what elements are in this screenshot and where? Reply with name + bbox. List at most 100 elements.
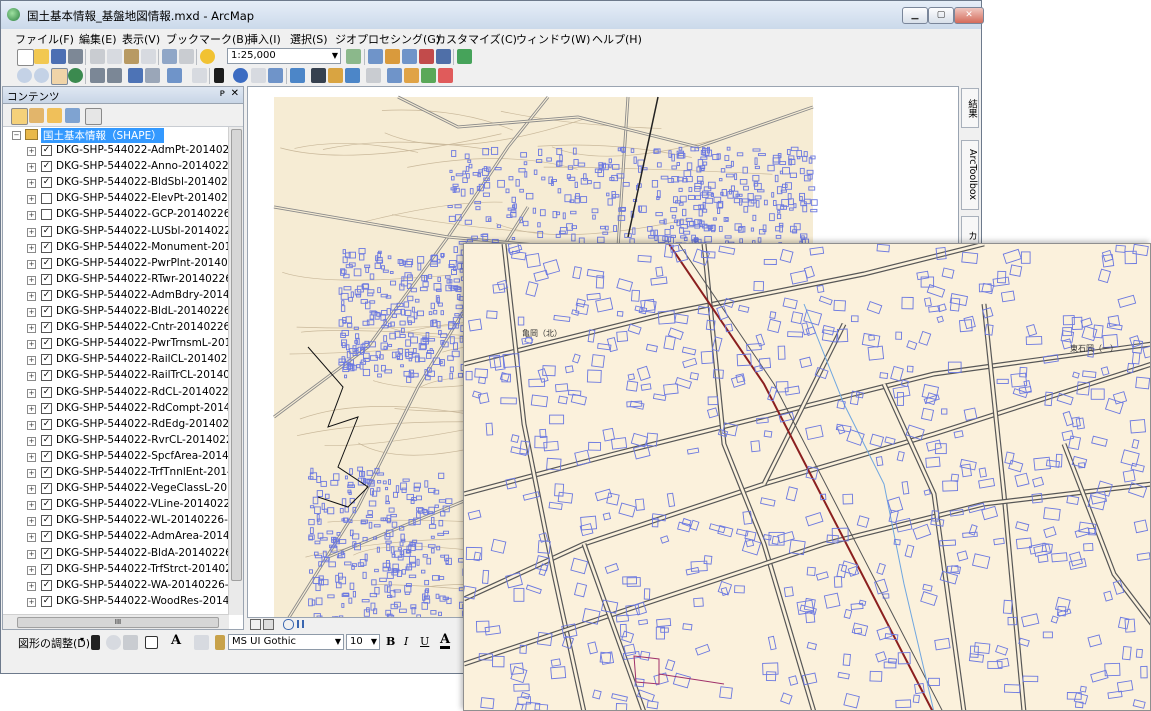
create-viewer-icon[interactable] [387, 68, 402, 83]
close-icon[interactable]: ✕ [231, 88, 239, 99]
html-popup-icon[interactable] [268, 68, 283, 83]
layer-visibility-checkbox[interactable]: ✓ [41, 434, 52, 446]
expand-icon[interactable]: + [27, 436, 36, 446]
layer-name[interactable]: DKG-SHP-544022-ElevPt-20140226-00 [56, 192, 229, 204]
menu-geoprocessing[interactable]: ジオプロセシング(G) [335, 31, 440, 47]
measure-icon[interactable] [290, 68, 305, 83]
bold-button[interactable]: B [386, 635, 395, 648]
close-button[interactable]: ✕ [954, 7, 984, 24]
expand-icon[interactable]: + [27, 565, 36, 575]
editor-toolbar-icon[interactable] [346, 49, 361, 64]
refresh-icon[interactable] [283, 619, 294, 630]
hyperlink-icon[interactable] [251, 68, 266, 83]
layer-visibility-checkbox[interactable]: ✓ [41, 563, 52, 575]
flicker-icon[interactable] [438, 68, 453, 83]
layer-visibility-checkbox[interactable]: ✓ [41, 338, 52, 350]
pin-icon[interactable]: ᴘ [220, 88, 225, 99]
expand-icon[interactable]: + [27, 147, 36, 156]
select-elements-icon[interactable] [214, 68, 224, 83]
layer-name[interactable]: DKG-SHP-544022-RdCL-20140226-000 [56, 386, 229, 398]
layer-visibility-checkbox[interactable]: ✓ [41, 450, 52, 462]
layer-name[interactable]: DKG-SHP-544022-AdmArea-20140226- [56, 530, 229, 542]
layer-visibility-checkbox[interactable]: ✓ [41, 467, 52, 478]
results-tab[interactable]: 結果 [961, 88, 979, 128]
font-color-button[interactable]: A [440, 633, 451, 649]
expand-icon[interactable]: + [27, 179, 36, 189]
collapse-icon[interactable]: − [12, 131, 21, 140]
print-icon[interactable] [68, 49, 83, 64]
catalog-icon[interactable] [385, 49, 400, 64]
maximize-button[interactable]: ▢ [928, 7, 954, 24]
go-to-xy-icon[interactable] [345, 68, 360, 83]
layer-name[interactable]: DKG-SHP-544022-LUSbl-20140226-00 [56, 225, 229, 237]
scroll-thumb[interactable]: III [17, 617, 219, 628]
expand-icon[interactable]: + [27, 324, 36, 334]
data-view-icon[interactable] [263, 619, 274, 630]
expand-icon[interactable]: + [27, 452, 36, 462]
swipe-icon[interactable] [404, 68, 419, 83]
menu-help[interactable]: ヘルプ(H) [592, 31, 642, 47]
python-window-icon[interactable] [436, 49, 451, 64]
layer-name[interactable]: DKG-SHP-544022-WoodRes-20140226- [56, 595, 229, 607]
layer-visibility-checkbox[interactable]: ✓ [41, 370, 52, 382]
menu-edit[interactable]: 編集(E) [79, 31, 117, 47]
time-slider-icon[interactable] [366, 68, 381, 83]
layer-visibility-checkbox[interactable]: ✓ [41, 595, 52, 607]
select-elements-icon[interactable] [91, 635, 100, 650]
data-frame-label[interactable]: 国土基本情報（SHAPE） [41, 128, 164, 143]
save-icon[interactable] [51, 49, 66, 64]
clear-selection-icon[interactable] [192, 68, 207, 83]
full-extent-icon[interactable] [68, 68, 83, 83]
expand-icon[interactable]: + [27, 597, 36, 607]
layer-name[interactable]: DKG-SHP-544022-AdmBdry-20140226 [56, 289, 229, 301]
paste-icon[interactable] [124, 49, 139, 64]
list-by-visibility-icon[interactable] [47, 108, 62, 123]
layer-name[interactable]: DKG-SHP-544022-RTwr-20140226-000 [56, 273, 229, 285]
back-arrow-icon[interactable] [128, 68, 143, 83]
expand-icon[interactable]: + [27, 356, 36, 366]
list-by-drawing-order-icon[interactable] [11, 108, 28, 125]
expand-icon[interactable]: + [27, 195, 36, 205]
layer-name[interactable]: DKG-SHP-544022-RdCompt-20140226 [56, 402, 229, 414]
open-folder-icon[interactable] [34, 49, 49, 64]
layer-name[interactable]: DKG-SHP-544022-Monument-2014022 [56, 241, 229, 253]
layer-name[interactable]: DKG-SHP-544022-WL-20140226-0001 [56, 514, 229, 526]
layer-visibility-checkbox[interactable]: ✓ [41, 257, 52, 269]
font-name-combo[interactable]: MS UI Gothic ▼ [228, 634, 344, 650]
layer-visibility-checkbox[interactable]: ✓ [41, 499, 52, 511]
select-features-icon[interactable] [167, 68, 182, 83]
layer-name[interactable]: DKG-SHP-544022-RailCL-20140226-00 [56, 353, 229, 365]
expand-icon[interactable]: + [27, 372, 36, 382]
layer-visibility-checkbox[interactable]: ✓ [41, 145, 52, 156]
new-document-icon[interactable] [17, 49, 34, 66]
layer-name[interactable]: DKG-SHP-544022-TrfTnnlEnt-2014022 [56, 466, 229, 478]
layer-visibility-checkbox[interactable]: ✓ [41, 161, 52, 173]
zoom-in-icon[interactable] [17, 68, 32, 83]
layer-name[interactable]: DKG-SHP-544022-TrfStrct-20140226-0 [56, 563, 229, 575]
expand-icon[interactable]: + [27, 291, 36, 301]
layer-name[interactable]: DKG-SHP-544022-BldA-20140226-0001 [56, 547, 229, 559]
layer-name[interactable]: DKG-SHP-544022-Anno-20140226-000 [56, 160, 229, 172]
expand-icon[interactable]: + [27, 388, 36, 398]
table-of-contents-icon[interactable] [368, 49, 383, 64]
cut-icon[interactable] [90, 49, 105, 64]
find-binoculars-icon[interactable] [311, 68, 326, 83]
expand-icon[interactable]: + [27, 404, 36, 414]
layer-name[interactable]: DKG-SHP-544022-Cntr-20140226-0001 [56, 321, 229, 333]
layer-name[interactable]: DKG-SHP-544022-RvrCL-20140226-000 [56, 434, 229, 446]
rectangle-icon[interactable] [145, 636, 158, 649]
minimize-button[interactable]: ▁ [902, 7, 928, 24]
expand-icon[interactable]: + [27, 259, 36, 269]
layer-name[interactable]: DKG-SHP-544022-PwrPlnt-20140226-0 [56, 257, 229, 269]
menu-bookmarks[interactable]: ブックマーク(B) [166, 31, 248, 47]
list-by-selection-icon[interactable] [65, 108, 80, 123]
layer-visibility-checkbox[interactable]: ✓ [41, 579, 52, 591]
layer-name[interactable]: DKG-SHP-544022-VegeClassL-2014022 [56, 482, 229, 494]
layer-name[interactable]: DKG-SHP-544022-SpcfArea-20140226- [56, 450, 229, 462]
expand-icon[interactable]: + [27, 275, 36, 285]
delete-icon[interactable] [141, 49, 156, 64]
layer-visibility-checkbox[interactable]: ✓ [41, 386, 52, 398]
expand-icon[interactable]: + [27, 581, 36, 591]
layer-visibility-checkbox[interactable]: ✓ [41, 322, 52, 334]
layer-visibility-checkbox[interactable]: ✓ [41, 418, 52, 430]
